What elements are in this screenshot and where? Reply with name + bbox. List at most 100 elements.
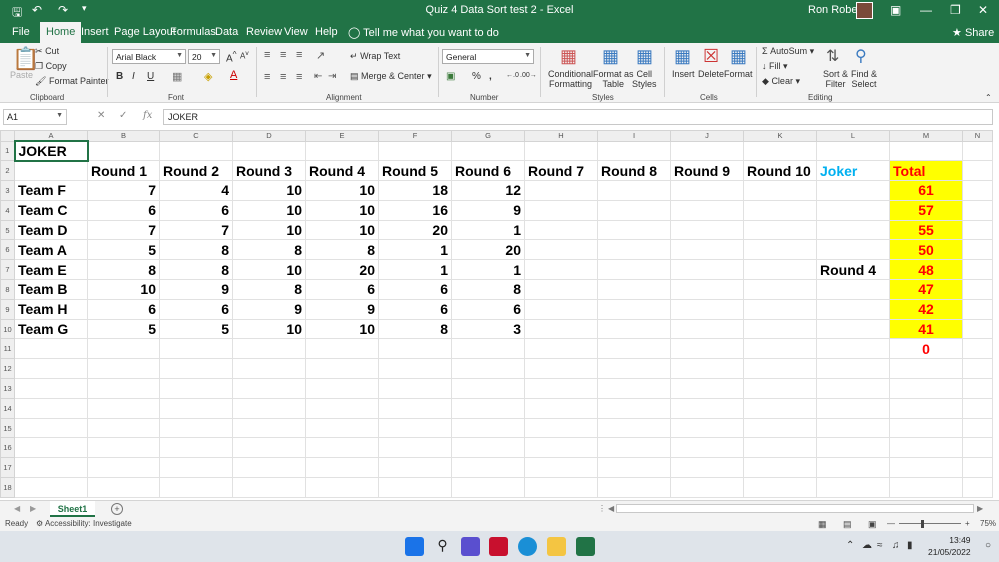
fill-button[interactable]: ↓ Fill ▾ xyxy=(762,61,788,72)
next-sheet-icon[interactable]: ▶ xyxy=(30,504,36,513)
comma-button[interactable]: , xyxy=(489,71,492,82)
score-cell[interactable]: 10 xyxy=(232,199,306,221)
cell[interactable] xyxy=(962,180,993,201)
total-cell[interactable]: 47 xyxy=(889,279,963,300)
cell[interactable] xyxy=(889,477,963,498)
cell[interactable] xyxy=(524,180,598,201)
sort-filter-icon[interactable]: ⇅ xyxy=(826,46,839,66)
score-cell[interactable]: 8 xyxy=(232,279,306,300)
cell[interactable] xyxy=(305,417,379,439)
tell-me-search[interactable]: ◯ Tell me what you want to do xyxy=(348,26,499,39)
cell[interactable] xyxy=(597,437,671,459)
score-cell[interactable]: 4 xyxy=(159,180,233,201)
conditional-formatting-icon[interactable]: ▦ xyxy=(560,46,577,67)
tab-split-icon[interactable]: ⋮ xyxy=(598,504,606,513)
tab-formulas[interactable]: Formulas xyxy=(170,26,216,38)
cell[interactable] xyxy=(87,338,160,360)
cell[interactable] xyxy=(889,378,963,399)
cell[interactable] xyxy=(524,239,598,261)
round-header[interactable]: Round 9 xyxy=(670,160,744,182)
cell[interactable] xyxy=(524,437,598,459)
cell[interactable] xyxy=(14,457,88,479)
zoom-slider-thumb[interactable] xyxy=(921,520,924,528)
column-header[interactable]: D xyxy=(232,130,306,142)
prev-sheet-icon[interactable]: ◀ xyxy=(14,504,20,513)
cell[interactable] xyxy=(378,417,452,439)
cell[interactable] xyxy=(889,417,963,439)
round-header[interactable]: Round 6 xyxy=(451,160,525,182)
cell[interactable] xyxy=(524,298,598,320)
row-header[interactable]: 16 xyxy=(0,437,15,459)
speaker-icon[interactable]: ♫ xyxy=(892,540,900,551)
edge-browser-icon[interactable] xyxy=(518,537,537,556)
cell[interactable] xyxy=(305,378,379,399)
cell[interactable] xyxy=(597,199,671,221)
file-explorer-icon[interactable] xyxy=(547,537,566,556)
copy-button[interactable]: ❐ Copy xyxy=(35,61,67,72)
cell[interactable] xyxy=(87,477,160,498)
cell[interactable] xyxy=(159,437,233,459)
cell[interactable] xyxy=(524,140,598,162)
cell[interactable] xyxy=(670,239,744,261)
column-header[interactable]: F xyxy=(378,130,452,142)
round-header[interactable]: Round 4 xyxy=(305,160,379,182)
cell[interactable] xyxy=(889,437,963,459)
format-as-table-icon[interactable]: ▦ xyxy=(602,46,619,67)
cell[interactable] xyxy=(524,417,598,439)
score-cell[interactable]: 16 xyxy=(378,199,452,221)
score-cell[interactable]: 9 xyxy=(451,199,525,221)
score-cell[interactable]: 10 xyxy=(232,219,306,241)
cell[interactable] xyxy=(232,457,306,479)
taskbar-clock[interactable]: 13:49 21/05/2022 xyxy=(928,534,971,558)
collapse-ribbon-icon[interactable]: ⌃ xyxy=(985,93,992,102)
increase-decimal-icon[interactable]: ←.0 xyxy=(506,72,519,79)
score-cell[interactable]: 20 xyxy=(451,239,525,261)
column-header[interactable]: H xyxy=(524,130,598,142)
cell[interactable] xyxy=(816,358,890,380)
team-name[interactable]: Team A xyxy=(14,239,88,261)
team-name[interactable]: Team C xyxy=(14,199,88,221)
cell[interactable] xyxy=(670,417,744,439)
cell[interactable] xyxy=(597,219,671,241)
round-header[interactable]: Round 8 xyxy=(597,160,671,182)
cell[interactable] xyxy=(670,318,744,340)
cell[interactable] xyxy=(597,140,671,162)
cell[interactable] xyxy=(889,140,963,162)
battery-icon[interactable]: ▮ xyxy=(907,540,913,551)
cell[interactable] xyxy=(816,417,890,439)
cell[interactable] xyxy=(159,457,233,479)
cell[interactable] xyxy=(597,279,671,300)
cell[interactable] xyxy=(670,279,744,300)
cell[interactable] xyxy=(962,457,993,479)
cell[interactable] xyxy=(816,140,890,162)
column-header[interactable]: I xyxy=(597,130,671,142)
cell[interactable] xyxy=(87,457,160,479)
formula-input[interactable]: JOKER xyxy=(163,109,993,125)
avatar[interactable] xyxy=(856,2,873,19)
cell[interactable] xyxy=(451,358,525,380)
cut-button[interactable]: ✂ Cut xyxy=(35,46,59,57)
cell[interactable] xyxy=(743,358,817,380)
row-header[interactable]: 7 xyxy=(0,259,15,281)
score-cell[interactable]: 7 xyxy=(87,219,160,241)
mcafee-icon[interactable] xyxy=(489,537,508,556)
score-cell[interactable]: 6 xyxy=(159,298,233,320)
autosum-button[interactable]: Σ AutoSum ▾ xyxy=(762,46,814,57)
cell[interactable] xyxy=(962,378,993,399)
teams-chat-icon[interactable] xyxy=(461,537,480,556)
cell[interactable] xyxy=(232,437,306,459)
team-name[interactable]: Team G xyxy=(14,318,88,340)
page-break-view-icon[interactable]: ▣ xyxy=(868,519,877,530)
cell[interactable] xyxy=(743,477,817,498)
team-name[interactable]: Team E xyxy=(14,259,88,281)
cloud-icon[interactable]: ☁ xyxy=(862,540,872,551)
cell[interactable] xyxy=(962,358,993,380)
cell[interactable] xyxy=(305,437,379,459)
joker-cell[interactable]: Round 4 xyxy=(816,259,890,281)
cell[interactable] xyxy=(743,259,817,281)
cell[interactable] xyxy=(159,358,233,380)
tab-help[interactable]: Help xyxy=(315,26,338,38)
enter-icon[interactable]: ✓ xyxy=(119,110,127,121)
cell[interactable] xyxy=(816,338,890,360)
score-cell[interactable]: 8 xyxy=(232,239,306,261)
